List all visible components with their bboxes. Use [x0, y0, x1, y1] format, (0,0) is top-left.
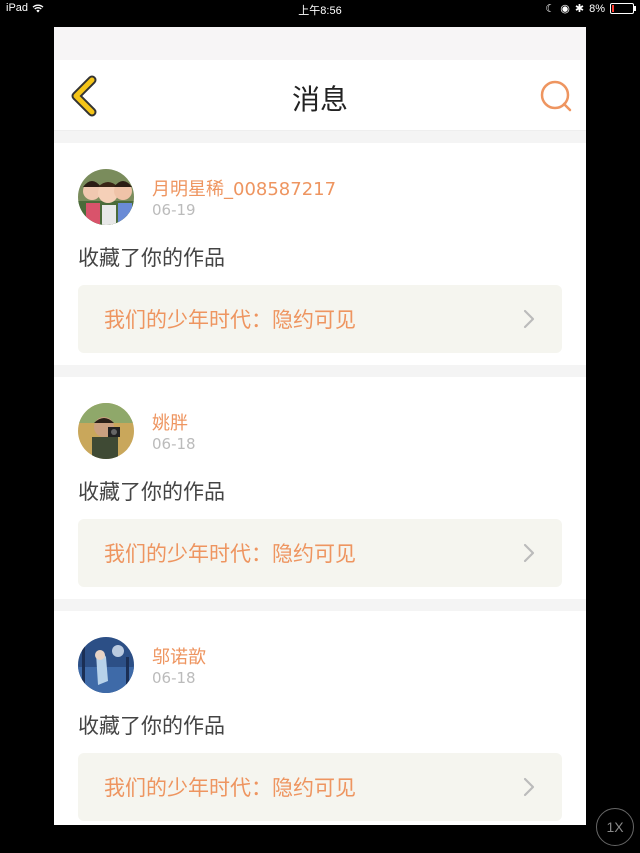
message-action-text: 收藏了你的作品 [78, 714, 225, 738]
message-card: 姚胖 06-18 收藏了你的作品 我们的少年时代：隐约可见 [54, 377, 586, 599]
navigation-bar: 消息 [54, 60, 586, 131]
chevron-right-icon [523, 543, 535, 563]
search-button[interactable] [538, 78, 574, 114]
message-user-row: 姚胖 06-18 [78, 377, 562, 475]
message-date: 06-18 [152, 669, 196, 687]
chevron-right-icon [523, 309, 535, 329]
chevron-right-icon [523, 777, 535, 797]
zoom-button[interactable]: 1X [596, 808, 634, 846]
username[interactable]: 姚胖 [152, 409, 188, 435]
message-date: 06-18 [152, 435, 196, 453]
bluetooth-icon: ✱ [574, 3, 585, 15]
battery-percent: 8% [589, 2, 605, 15]
battery-icon [610, 3, 636, 14]
app-window: 消息 月明星稀_008587217 06-19 收藏了你的作品 我们的少年时代：… [54, 27, 586, 825]
message-user-row: 月明星稀_008587217 06-19 [78, 143, 562, 241]
header-spacer [54, 27, 586, 60]
message-action-text: 收藏了你的作品 [78, 480, 225, 504]
message-date: 06-19 [152, 201, 196, 219]
search-icon [540, 80, 572, 112]
work-link[interactable]: 我们的少年时代：隐约可见 [78, 519, 562, 587]
moon-icon: ☾ [545, 3, 556, 15]
work-link[interactable]: 我们的少年时代：隐约可见 [78, 285, 562, 353]
work-title: 我们的少年时代：隐约可见 [104, 308, 356, 332]
status-bar-right: ☾ ◉ ✱ 8% [545, 2, 636, 15]
avatar[interactable] [78, 637, 134, 693]
message-action-text: 收藏了你的作品 [78, 246, 225, 270]
avatar[interactable] [78, 403, 134, 459]
work-title: 我们的少年时代：隐约可见 [104, 542, 356, 566]
work-title: 我们的少年时代：隐约可见 [104, 776, 356, 800]
message-user-row: 邬诺歆 06-18 [78, 611, 562, 709]
work-link[interactable]: 我们的少年时代：隐约可见 [78, 753, 562, 821]
avatar[interactable] [78, 169, 134, 225]
page-title: 消息 [291, 83, 348, 116]
status-bar: iPad 上午8:56 ☾ ◉ ✱ 8% [0, 0, 640, 18]
username[interactable]: 月明星稀_008587217 [152, 175, 336, 201]
username[interactable]: 邬诺歆 [152, 643, 206, 669]
message-card: 月明星稀_008587217 06-19 收藏了你的作品 我们的少年时代：隐约可… [54, 143, 586, 365]
lock-rotation-icon: ◉ [560, 3, 570, 15]
status-time: 上午8:56 [298, 5, 342, 17]
message-card: 邬诺歆 06-18 收藏了你的作品 我们的少年时代：隐约可见 [54, 611, 586, 825]
